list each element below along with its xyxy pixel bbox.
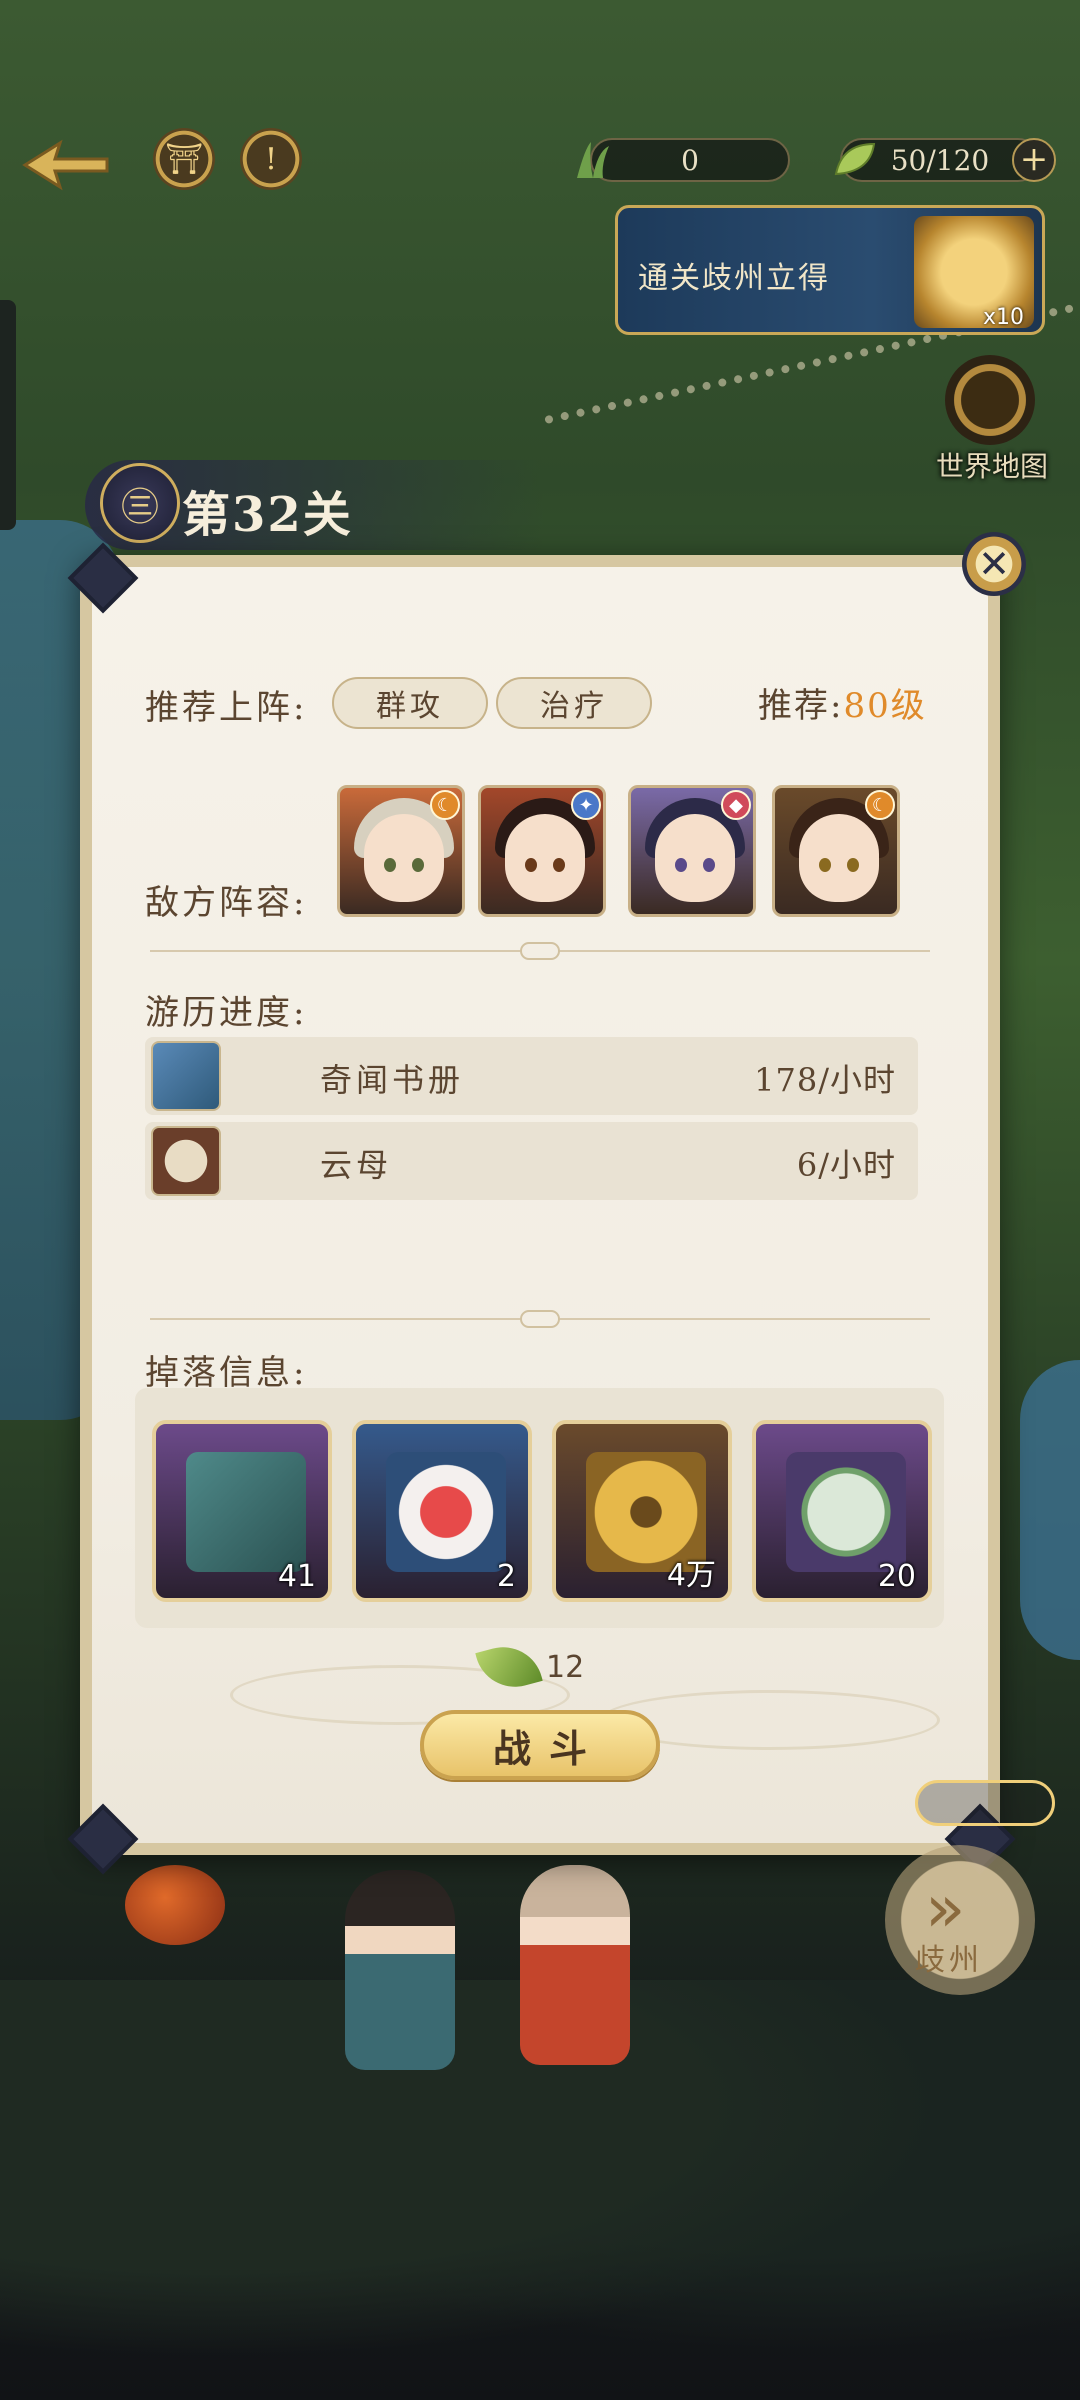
progress-item-rate: 6/小时	[796, 1146, 896, 1184]
world-map-button[interactable]	[945, 355, 1035, 445]
world-map-label: 世界地图	[935, 450, 1048, 483]
leaf-icon	[475, 1638, 543, 1696]
recommended-level: 推荐:80级	[758, 678, 927, 727]
section-divider	[150, 1310, 930, 1328]
star-icon: ✦	[571, 790, 601, 820]
resource-counter: 0	[590, 138, 790, 182]
drop-item[interactable]: 20	[752, 1420, 932, 1602]
close-button[interactable]: ✕	[962, 532, 1026, 596]
tag-aoe: 群攻	[332, 677, 488, 729]
drop-item[interactable]: 41	[152, 1420, 332, 1602]
enemy-portrait[interactable]: ☾	[337, 785, 465, 917]
progress-label: 游历进度:	[145, 993, 308, 1033]
progress-item-name: 奇闻书册	[320, 1061, 465, 1099]
enemy-portrait[interactable]: ☾	[772, 785, 900, 917]
level-value: 80级	[843, 686, 927, 726]
progress-row: 云母 6/小时	[145, 1122, 918, 1200]
pavilion-button[interactable]: ⛩	[153, 128, 215, 190]
progress-item-rate: 178/小时	[754, 1061, 896, 1099]
level-prefix: 推荐:	[758, 686, 844, 726]
drop-quantity: 41	[277, 1559, 316, 1594]
back-button[interactable]	[15, 130, 115, 200]
battle-button[interactable]: 战斗	[420, 1710, 660, 1780]
stage-emblem-icon: ㊂	[100, 463, 180, 543]
back-arrow-icon	[22, 139, 109, 191]
quest-banner[interactable]: 通关歧州立得 x10	[615, 205, 1045, 335]
river-scenery-right	[1020, 1360, 1080, 1660]
enemy-lineup-label: 敌方阵容:	[145, 883, 308, 923]
enemy-portrait[interactable]: ✦	[478, 785, 606, 917]
cost-value: 12	[546, 1649, 585, 1685]
moon-icon: ☾	[430, 790, 460, 820]
diamond-icon: ◆	[721, 790, 751, 820]
mica-icon	[151, 1126, 221, 1196]
drop-quantity: 2	[496, 1559, 516, 1594]
bowl-icon	[386, 1452, 506, 1572]
enemy-portrait[interactable]: ◆	[628, 785, 756, 917]
tag-heal: 治疗	[496, 677, 652, 729]
close-icon: ✕	[978, 542, 1010, 586]
section-divider	[150, 942, 930, 960]
drop-info-label: 掉落信息:	[145, 1353, 308, 1393]
progress-row: 奇闻书册 178/小时	[145, 1037, 918, 1115]
book-icon	[151, 1041, 221, 1111]
recommend-label: 推荐上阵:	[145, 688, 308, 728]
stage-title: 第32关	[182, 487, 353, 543]
grass-icon	[568, 135, 618, 185]
reward-count: x10	[982, 305, 1024, 330]
alert-button[interactable]: !	[240, 128, 302, 190]
drop-item[interactable]: 4万	[552, 1420, 732, 1602]
player-character-2	[520, 1865, 630, 2065]
progress-item-name: 云母	[320, 1146, 393, 1184]
side-tab[interactable]	[0, 300, 16, 530]
add-stamina-button[interactable]: +	[1012, 138, 1056, 182]
drop-item[interactable]: 2	[352, 1420, 532, 1602]
moon-icon: ☾	[865, 790, 895, 820]
player-character-1	[345, 1870, 455, 2070]
next-region-label: 歧州	[915, 1943, 983, 1978]
stamina-cost: 12	[475, 1638, 585, 1696]
stamina-value: 50/120	[890, 143, 990, 177]
pavilion-icon: ⛩	[164, 141, 204, 177]
drop-quantity: 20	[877, 1559, 916, 1594]
dots-indicator	[915, 1780, 1055, 1826]
jade-fan-icon	[786, 1452, 906, 1572]
fire-orb-decoration	[125, 1865, 225, 1945]
leaf-icon	[830, 135, 880, 185]
exclamation-icon: !	[264, 141, 278, 177]
book-with-flowers-icon	[186, 1452, 306, 1572]
drop-quantity: 4万	[666, 1558, 716, 1593]
quest-text: 通关歧州立得	[638, 261, 830, 296]
resource-value: 0	[681, 143, 699, 177]
